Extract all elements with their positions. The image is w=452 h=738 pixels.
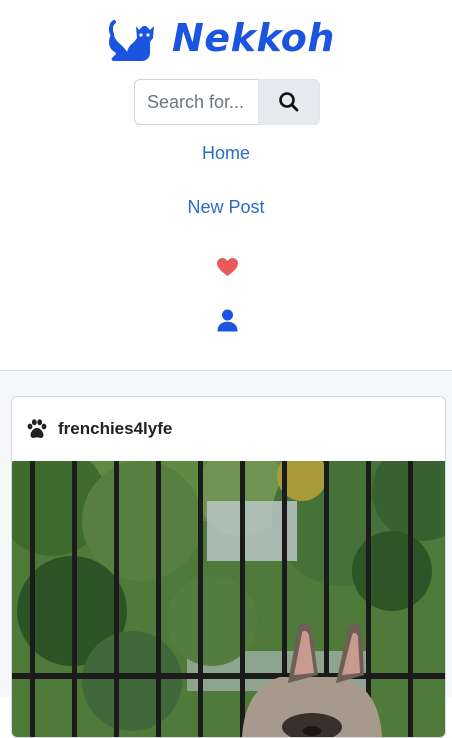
feed: frenchies4lyfe: [0, 371, 452, 738]
cat-icon: [108, 20, 154, 61]
site-header: Nekkoh Home New Post: [0, 0, 452, 371]
nav-home-link[interactable]: Home: [0, 143, 452, 164]
search-form: [134, 79, 320, 125]
post-username[interactable]: frenchies4lyfe: [58, 419, 172, 439]
post-image[interactable]: [12, 461, 445, 737]
heart-icon: [217, 257, 238, 277]
search-button[interactable]: [258, 79, 320, 125]
post-card: frenchies4lyfe: [11, 396, 446, 738]
post-header: frenchies4lyfe: [12, 397, 445, 461]
search-icon: [279, 92, 299, 112]
search-input[interactable]: [134, 79, 258, 125]
paw-icon: [27, 419, 47, 438]
user-icon: [217, 309, 238, 332]
brand-logo[interactable]: Nekkoh: [106, 12, 335, 64]
nav-new-post-link[interactable]: New Post: [0, 197, 452, 218]
brand-name: Nekkoh: [172, 16, 335, 60]
